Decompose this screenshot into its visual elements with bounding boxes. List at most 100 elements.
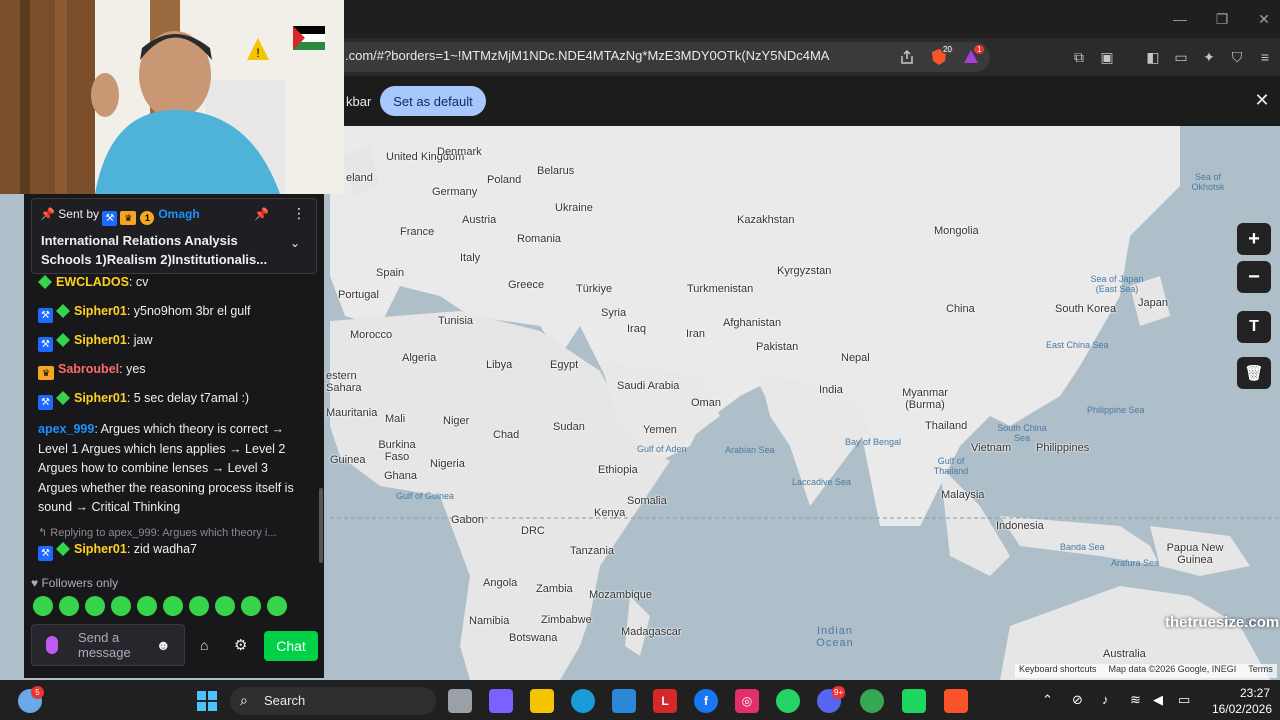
infobar-text: kbar xyxy=(346,94,372,109)
lexilogos-icon[interactable]: L xyxy=(653,689,677,713)
sidebar-icon[interactable]: ◧ xyxy=(1142,46,1164,68)
share-icon[interactable] xyxy=(896,46,918,68)
label-namibia: Namibia xyxy=(469,615,510,627)
expand-chevron-icon[interactable]: ⌄ xyxy=(290,236,300,250)
reply-context[interactable]: ↰ Replying to apex_999: Argues which the… xyxy=(38,526,310,539)
emote-icon[interactable] xyxy=(111,596,131,616)
battery-icon[interactable]: ▭ xyxy=(1178,692,1190,708)
tray-chevron-icon[interactable]: ⌃ xyxy=(1042,692,1053,708)
zoom-in-button[interactable]: + xyxy=(1237,223,1271,255)
brave-icon[interactable] xyxy=(944,689,968,713)
keyboard-shortcuts-link[interactable]: Keyboard shortcuts xyxy=(1019,664,1097,678)
store-app-icon[interactable] xyxy=(612,689,636,713)
label-arafura-sea: Arafura Sea xyxy=(1111,558,1160,568)
leo-ai-icon[interactable]: ✦ xyxy=(1198,46,1220,68)
label-south-korea: South Korea xyxy=(1055,303,1117,315)
text-tool-button[interactable]: T xyxy=(1237,311,1271,343)
label-poland: Poland xyxy=(487,174,522,186)
chat-username[interactable]: Sipher01 xyxy=(74,333,127,347)
taskbar-search[interactable] xyxy=(230,687,436,715)
windows-start-icon[interactable] xyxy=(195,689,219,713)
emote-icon[interactable] xyxy=(59,596,79,616)
file-explorer-icon[interactable] xyxy=(530,689,554,713)
label-sea-of-okhotsk: Sea of Okhotsk xyxy=(1191,172,1225,192)
emote-icon[interactable] xyxy=(85,596,105,616)
chat-text: : zid wadha7 xyxy=(126,542,197,556)
url-text[interactable]: .com/#?borders=1~!MTMzMjM1NDc.NDE4MTAzNg… xyxy=(345,48,829,63)
pinned-menu-icon[interactable]: ⋮ xyxy=(292,205,306,222)
microphone-icon[interactable] xyxy=(46,636,58,654)
moderator-badge-icon: ⚒ xyxy=(102,211,118,226)
maximize-icon[interactable]: ❐ xyxy=(1212,10,1232,28)
label-spain: Spain xyxy=(376,267,405,279)
chat-username[interactable]: Sipher01 xyxy=(74,304,127,318)
app-icon[interactable] xyxy=(902,689,926,713)
label-tunisia: Tunisia xyxy=(438,315,474,327)
emote-icon[interactable] xyxy=(241,596,261,616)
pinned-sender[interactable]: Omagh xyxy=(158,207,199,221)
label-syria: Syria xyxy=(601,307,627,319)
label-italy: Italy xyxy=(460,252,481,264)
chat-send-button[interactable]: Chat xyxy=(264,631,318,661)
emote-icon[interactable] xyxy=(189,596,209,616)
emote-icon[interactable] xyxy=(137,596,157,616)
weather-badge: 5 xyxy=(31,686,44,699)
m365-icon[interactable] xyxy=(489,689,513,713)
chrome-icon[interactable] xyxy=(860,689,884,713)
wallet-icon[interactable]: ▭ xyxy=(1170,46,1192,68)
label-iraq: Iraq xyxy=(627,323,646,335)
emote-icon[interactable] xyxy=(267,596,287,616)
trash-button[interactable]: 🗑 xyxy=(1237,357,1271,389)
label-sea-of-japan: Sea of Japan (East Sea) xyxy=(1090,274,1144,294)
vpn-icon[interactable]: ⛉ xyxy=(1226,46,1248,68)
chat-scrollbar[interactable] xyxy=(319,488,323,563)
microphone-tray-icon[interactable]: ♪ xyxy=(1102,692,1109,707)
chat-username[interactable]: Sipher01 xyxy=(74,542,127,556)
close-window-icon[interactable]: ✕ xyxy=(1254,10,1274,28)
label-ethiopia: Ethiopia xyxy=(598,464,638,476)
chat-username[interactable]: EWCLADOS xyxy=(56,275,129,289)
zoom-out-button[interactable]: − xyxy=(1237,261,1271,293)
followers-only-notice: ♥ Followers only xyxy=(31,576,119,590)
minimize-icon[interactable]: — xyxy=(1170,10,1190,28)
webcam-image: ! xyxy=(0,0,344,194)
label-mongolia: Mongolia xyxy=(934,225,979,237)
store-icon[interactable]: ⌂ xyxy=(200,637,208,653)
facebook-icon[interactable]: f xyxy=(694,689,718,713)
set-as-default-button[interactable]: Set as default xyxy=(380,86,486,116)
label-turkiye: Türkiye xyxy=(576,283,613,295)
chat-input-placeholder: Send a message xyxy=(78,630,131,660)
extensions-icon[interactable]: ⧉ xyxy=(1068,46,1090,68)
wifi-icon[interactable]: ≋ xyxy=(1130,692,1141,708)
label-afghanistan: Afghanistan xyxy=(723,317,782,329)
emote-icon[interactable] xyxy=(215,596,235,616)
chat-username[interactable]: apex_999 xyxy=(38,422,94,436)
moderator-badge-icon: ⚒ xyxy=(38,546,53,561)
volume-icon[interactable]: ◀ xyxy=(1153,692,1163,708)
search-label: Search xyxy=(264,693,306,708)
chat-message: ⚒ Sipher01: zid wadha7 xyxy=(38,542,197,561)
edge-icon[interactable] xyxy=(571,689,595,713)
chat-username[interactable]: Sabroubel xyxy=(58,362,119,376)
camera-off-icon[interactable]: ⊘ xyxy=(1072,692,1083,708)
instagram-icon[interactable]: ◎ xyxy=(735,689,759,713)
menu-icon[interactable]: ≡ xyxy=(1254,46,1276,68)
task-view-icon[interactable] xyxy=(448,689,472,713)
emote-icon[interactable] xyxy=(33,596,53,616)
emoji-icon[interactable]: ☻ xyxy=(156,637,171,653)
chat-username[interactable]: Sipher01 xyxy=(74,391,127,405)
clock-time[interactable]: 23:27 xyxy=(1240,686,1270,700)
emote-icon[interactable] xyxy=(163,596,183,616)
infobar-close-icon[interactable]: ✕ xyxy=(1252,90,1272,112)
label-france: France xyxy=(400,226,435,238)
clock-date[interactable]: 16/02/2026 xyxy=(1206,702,1272,716)
unpin-icon[interactable]: 📌 xyxy=(254,207,269,221)
settings-gear-icon[interactable]: ⚙ xyxy=(234,636,247,654)
moderator-badge-icon: ⚒ xyxy=(38,337,53,352)
label-philippines: Philippines xyxy=(1036,442,1090,454)
screenshot-icon[interactable]: ▣ xyxy=(1096,46,1118,68)
terms-link[interactable]: Terms xyxy=(1248,664,1273,678)
sub-badge-icon: 1 xyxy=(140,211,155,225)
label-zimbabwe: Zimbabwe xyxy=(541,614,592,626)
whatsapp-icon[interactable] xyxy=(776,689,800,713)
